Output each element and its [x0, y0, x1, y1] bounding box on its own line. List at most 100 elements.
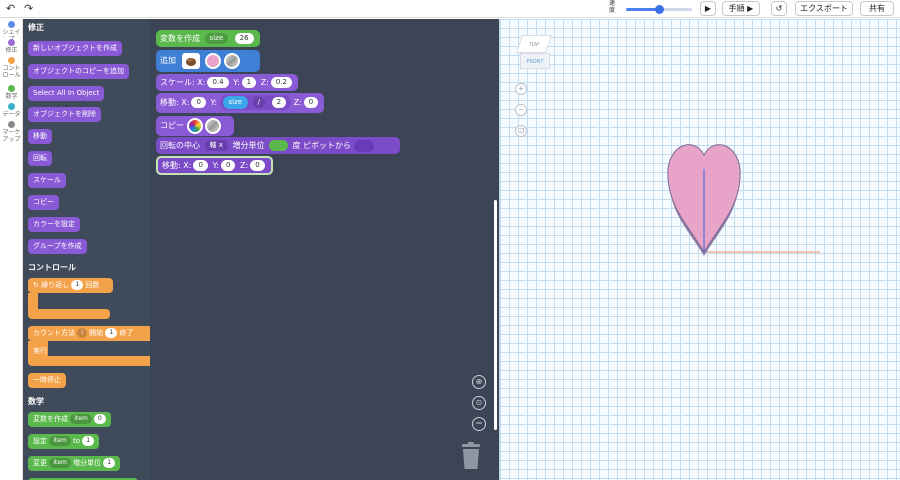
block-make-variable[interactable]: 変数を作成 item 0: [28, 412, 111, 427]
ws-make-var-value[interactable]: 26: [234, 33, 254, 44]
ws-rotate-slot[interactable]: [353, 139, 374, 152]
block-change-variable[interactable]: 変更 item 増分単位 1: [28, 456, 121, 471]
copy-material-icon[interactable]: [205, 117, 222, 134]
change-var-label: 変更: [33, 459, 47, 467]
workspace-scrollbar[interactable]: [494, 200, 497, 430]
ws-rotate-step[interactable]: 81: [269, 140, 288, 151]
category-label: マーケアップ: [2, 129, 21, 143]
zoom-in-icon[interactable]: ⊕: [472, 375, 486, 389]
ws-rotate-label: 回転の中心: [160, 141, 200, 150]
ws-move2-x[interactable]: 0: [193, 160, 208, 171]
ws-scale-x-label: X:: [197, 78, 206, 87]
block-new-object[interactable]: 新しいオブジェクトを作成: [28, 41, 122, 56]
section-title-control: コントロール: [28, 263, 76, 272]
ws-copy-label: コピー: [160, 121, 184, 130]
category-data[interactable]: データ: [0, 103, 23, 118]
ws-block-move-1[interactable]: 移動: X: 0 Y: size / 2 Z: 0: [156, 93, 325, 113]
ws-block-rotate-around[interactable]: 回転の中心 軸 x 増分単位 81 度 ピボットから: [156, 137, 400, 154]
block-repeat[interactable]: ↻ 繰り返し 1 回数: [28, 278, 113, 293]
count-var-dropdown[interactable]: i: [77, 328, 87, 338]
fit-view-icon[interactable]: ⊡: [515, 125, 527, 137]
ws-move2-y[interactable]: 0: [220, 160, 236, 171]
heart-shape[interactable]: [660, 129, 830, 259]
ws-block-copy[interactable]: コピー: [156, 116, 234, 136]
make-var-dropdown[interactable]: item: [70, 414, 92, 424]
ws-scale-x[interactable]: 0.4: [207, 77, 229, 88]
recenter-icon[interactable]: ⊙: [472, 396, 486, 410]
speed-slider[interactable]: [626, 5, 692, 14]
material-swatch-icon[interactable]: [223, 52, 240, 69]
ws-move2-y-label: Y:: [212, 161, 219, 170]
block-select-all[interactable]: Select All In Object: [28, 86, 105, 101]
zoom-out-icon[interactable]: ＝: [472, 417, 486, 431]
ws-move1-x[interactable]: 0: [191, 97, 206, 108]
ws-operator-dropdown[interactable]: /: [252, 97, 266, 108]
ws-scale-label: スケール:: [160, 78, 195, 87]
ws-rotate-pivot: ピボットから: [303, 141, 352, 150]
color-swatch-pink-icon[interactable]: [205, 52, 222, 69]
block-group[interactable]: グループを作成: [28, 239, 87, 254]
make-var-label: 変数を作成: [33, 415, 68, 423]
block-copy-object[interactable]: オブジェクトのコピーを追加: [28, 64, 129, 79]
ws-block-scale[interactable]: スケール: X: 0.4 Y: 1 Z: 0.2: [156, 74, 298, 91]
export-button[interactable]: エクスポート: [795, 1, 853, 16]
ws-divisor-value[interactable]: 2: [271, 97, 287, 108]
3d-viewport[interactable]: TOP FRONT + − ⊡: [499, 19, 900, 480]
ws-move2-z[interactable]: 0: [250, 160, 265, 171]
view-cube-front[interactable]: FRONT: [520, 53, 550, 69]
change-var-dropdown[interactable]: item: [49, 458, 71, 468]
block-rotate[interactable]: 回転: [28, 151, 52, 166]
ws-move2-z-label: Z:: [240, 161, 249, 170]
category-control[interactable]: コントロール: [0, 57, 23, 79]
ws-block-make-variable[interactable]: 変数を作成 size 26: [156, 30, 260, 47]
block-count-with[interactable]: カウント方法 i 開始 1 終了: [28, 326, 150, 341]
undo-icon[interactable]: ↶: [6, 2, 15, 15]
zoom-in-icon[interactable]: +: [515, 83, 527, 95]
block-pause[interactable]: 一時停止: [28, 373, 66, 388]
ws-scale-y[interactable]: 1: [241, 77, 257, 88]
repeat-count[interactable]: 1: [71, 280, 84, 290]
ws-scale-z[interactable]: 0.2: [270, 77, 292, 88]
category-modify[interactable]: 修正: [0, 39, 23, 54]
ws-block-move-2[interactable]: 移動: X: 0 Y: 0 Z: 0: [156, 156, 273, 175]
category-dot-icon: [8, 21, 15, 28]
category-label: コントロール: [2, 65, 21, 79]
section-title-modify: 修正: [28, 23, 44, 32]
ws-size-variable[interactable]: size: [222, 96, 249, 109]
repeat-label: 繰り返し: [41, 281, 70, 289]
play-button[interactable]: ▶: [700, 1, 716, 16]
change-var-value[interactable]: 1: [103, 458, 116, 468]
share-button[interactable]: 共有: [860, 1, 894, 16]
ws-move2-label: 移動:: [162, 161, 181, 170]
rainbow-color-icon[interactable]: [186, 117, 203, 134]
ws-make-var-dropdown[interactable]: size: [204, 33, 229, 44]
ws-block-add[interactable]: 追加: [156, 50, 260, 72]
trash-icon[interactable]: [460, 442, 482, 470]
block-copy[interactable]: コピー: [28, 195, 59, 210]
block-set-color[interactable]: カラーを設定: [28, 217, 80, 232]
count-start-value[interactable]: 1: [105, 328, 118, 338]
count-end-label: 終了: [119, 329, 134, 337]
speed-slider-knob[interactable]: [655, 5, 664, 14]
category-markup[interactable]: マーケアップ: [0, 121, 23, 143]
ws-axis-dropdown[interactable]: 軸 x: [204, 140, 228, 151]
set-var-value[interactable]: 1: [82, 436, 95, 446]
category-math[interactable]: 数学: [0, 85, 23, 100]
set-var-dropdown[interactable]: item: [49, 436, 71, 446]
block-set-variable[interactable]: 設定 item to 1: [28, 434, 100, 449]
block-scale[interactable]: スケール: [28, 173, 66, 188]
make-var-value[interactable]: 0: [94, 414, 106, 424]
zoom-out-icon[interactable]: −: [515, 104, 527, 116]
ws-move1-z[interactable]: 0: [303, 97, 319, 108]
shape-thumbnail-icon[interactable]: [181, 52, 200, 69]
count-label: カウント方法: [33, 329, 75, 337]
ws-divide-block[interactable]: size / 2: [219, 95, 292, 110]
block-move[interactable]: 移動: [28, 129, 52, 144]
view-cube-top[interactable]: TOP: [515, 35, 553, 53]
reset-button[interactable]: ↺: [771, 1, 787, 16]
redo-icon[interactable]: ↷: [24, 2, 33, 15]
block-delete-object[interactable]: オブジェクトを削除: [28, 107, 101, 122]
code-workspace[interactable]: 変数を作成 size 26 追加 スケール: X: 0.4 Y: 1 Z: 0.2 移…: [150, 19, 499, 480]
ws-rotate-degree: 度: [292, 141, 301, 150]
step-button[interactable]: 手順 ▶: [722, 1, 760, 16]
